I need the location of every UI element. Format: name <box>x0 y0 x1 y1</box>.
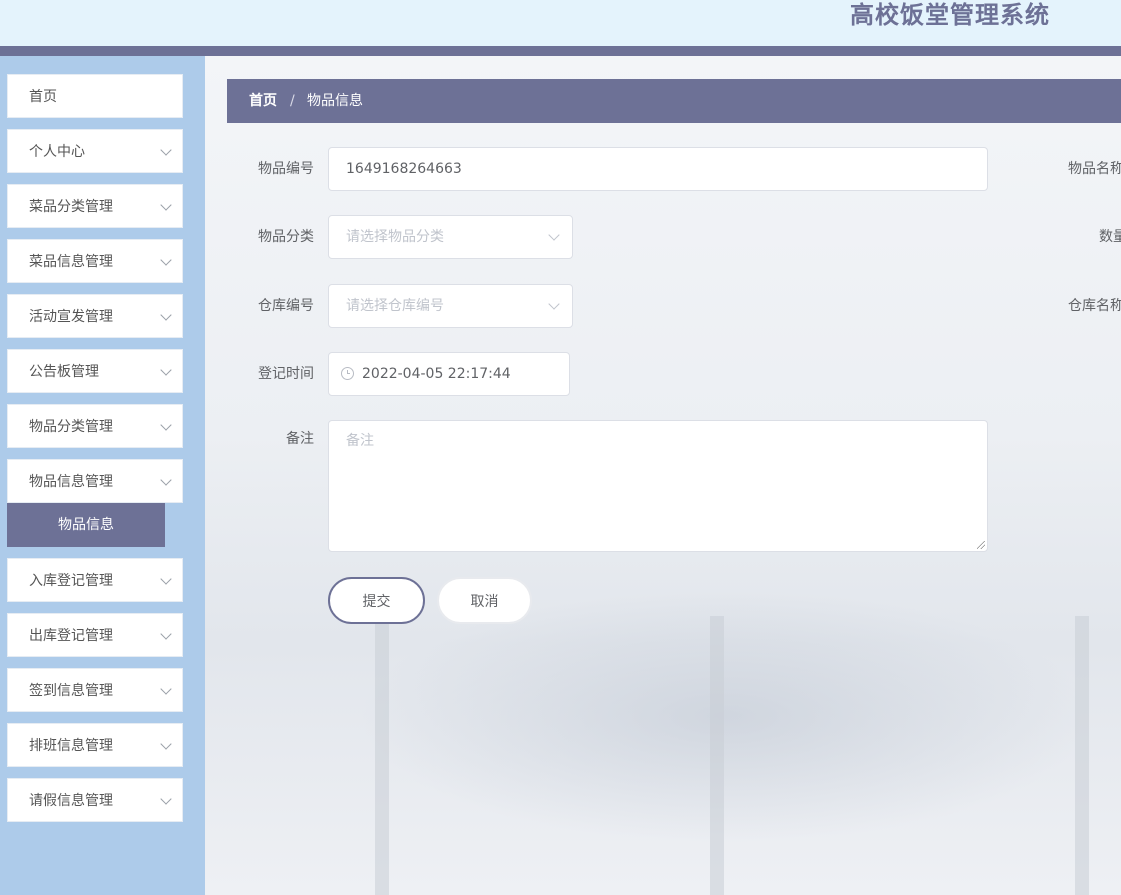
chevron-down-icon <box>160 738 172 750</box>
sidebar-item-item-info[interactable]: 物品信息管理 <box>7 459 183 503</box>
sidebar-item-label: 菜品信息管理 <box>29 254 113 270</box>
sidebar-item-label: 请假信息管理 <box>29 793 113 809</box>
background-decoration <box>1075 616 1089 895</box>
chevron-down-icon <box>160 683 172 695</box>
sidebar-item-label: 物品分类管理 <box>29 419 113 435</box>
register-time-picker[interactable]: 2022-04-05 22:17:44 <box>328 352 570 396</box>
warehouse-name-label: 仓库名称 <box>1068 298 1121 314</box>
warehouse-code-select[interactable]: 请选择仓库编号 <box>328 284 573 328</box>
category-select[interactable]: 请选择物品分类 <box>328 215 573 259</box>
cancel-button[interactable]: 取消 <box>437 577 532 624</box>
category-placeholder: 请选择物品分类 <box>346 229 444 245</box>
warehouse-code-placeholder: 请选择仓库编号 <box>346 298 444 314</box>
chevron-down-icon <box>548 229 560 241</box>
chevron-down-icon <box>160 364 172 376</box>
app-title: 高校饭堂管理系统 <box>850 1 1050 29</box>
breadcrumb: 首页 / 物品信息 <box>227 79 1121 123</box>
chevron-down-icon <box>160 573 172 585</box>
header-accent-bar <box>0 46 1121 56</box>
sidebar-item-label: 入库登记管理 <box>29 573 113 589</box>
sidebar-item-stock-in[interactable]: 入库登记管理 <box>7 558 183 602</box>
submenu-item-item-info[interactable]: 物品信息 <box>7 503 165 547</box>
breadcrumb-current: 物品信息 <box>307 93 363 109</box>
sidebar-item-checkin[interactable]: 签到信息管理 <box>7 668 183 712</box>
sidebar-item-label: 首页 <box>29 89 57 105</box>
sidebar-item-dish-info[interactable]: 菜品信息管理 <box>7 239 183 283</box>
sidebar-item-activity[interactable]: 活动宣发管理 <box>7 294 183 338</box>
sidebar-item-label: 个人中心 <box>29 144 85 160</box>
breadcrumb-separator: / <box>290 93 295 109</box>
top-header: 高校饭堂管理系统 <box>0 0 1121 46</box>
sidebar-item-item-category[interactable]: 物品分类管理 <box>7 404 183 448</box>
sidebar-item-label: 公告板管理 <box>29 364 99 380</box>
submenu-item-label: 物品信息 <box>58 517 114 533</box>
chevron-down-icon <box>160 309 172 321</box>
remark-textarea[interactable]: 备注 <box>328 420 988 552</box>
chevron-down-icon <box>548 298 560 310</box>
chevron-up-icon <box>160 474 172 486</box>
chevron-down-icon <box>160 419 172 431</box>
quantity-label: 数量 <box>1099 229 1121 245</box>
register-time-value: 2022-04-05 22:17:44 <box>362 366 511 382</box>
sidebar-item-schedule[interactable]: 排班信息管理 <box>7 723 183 767</box>
sidebar-item-dish-category[interactable]: 菜品分类管理 <box>7 184 183 228</box>
sidebar-item-stock-out[interactable]: 出库登记管理 <box>7 613 183 657</box>
remark-placeholder: 备注 <box>346 433 374 449</box>
sidebar-item-label: 物品信息管理 <box>29 474 113 490</box>
chevron-down-icon <box>160 628 172 640</box>
register-time-label: 登记时间 <box>258 366 314 382</box>
background-decoration <box>710 616 724 895</box>
resize-handle-icon[interactable] <box>977 541 985 549</box>
sidebar-item-label: 菜品分类管理 <box>29 199 113 215</box>
clock-icon <box>341 367 354 380</box>
sidebar-item-label: 活动宣发管理 <box>29 309 113 325</box>
item-code-value: 1649168264663 <box>346 161 462 177</box>
item-code-input[interactable]: 1649168264663 <box>328 147 988 191</box>
sidebar-item-home[interactable]: 首页 <box>7 74 183 118</box>
sidebar-item-label: 排班信息管理 <box>29 738 113 754</box>
chevron-down-icon <box>160 144 172 156</box>
item-code-label: 物品编号 <box>258 161 314 177</box>
warehouse-code-label: 仓库编号 <box>258 298 314 314</box>
background-decoration <box>375 616 389 895</box>
submit-button[interactable]: 提交 <box>328 577 425 624</box>
category-label: 物品分类 <box>258 229 314 245</box>
sidebar-item-bulletin[interactable]: 公告板管理 <box>7 349 183 393</box>
chevron-down-icon <box>160 254 172 266</box>
breadcrumb-home[interactable]: 首页 <box>249 79 277 123</box>
item-name-label: 物品名称 <box>1068 161 1121 177</box>
chevron-down-icon <box>160 199 172 211</box>
sidebar-item-personal-center[interactable]: 个人中心 <box>7 129 183 173</box>
sidebar-item-label: 出库登记管理 <box>29 628 113 644</box>
sidebar-item-leave[interactable]: 请假信息管理 <box>7 778 183 822</box>
remark-label: 备注 <box>286 431 314 447</box>
chevron-down-icon <box>160 793 172 805</box>
sidebar-item-label: 签到信息管理 <box>29 683 113 699</box>
